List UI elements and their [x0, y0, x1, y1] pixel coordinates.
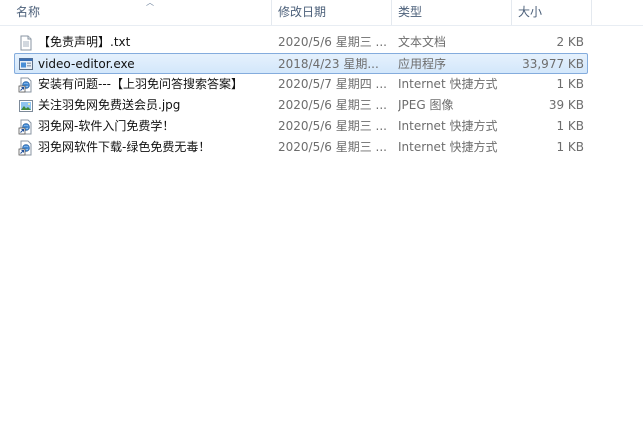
column-header-type-label: 类型 [398, 5, 423, 19]
file-name: 羽免网软件下载-绿色免费无毒！ [38, 140, 211, 154]
file-row[interactable]: 羽免网软件下载-绿色免费无毒！ 2020/5/6 星期三 ... Interne… [0, 137, 643, 158]
file-type: Internet 快捷方式 [398, 77, 498, 91]
file-size: 1 KB [556, 77, 584, 91]
file-size: 1 KB [556, 119, 584, 133]
file-row[interactable]: 【免责声明】.txt 2020/5/6 星期三 ... 文本文档 2 KB [0, 32, 643, 53]
column-header-date-label: 修改日期 [278, 5, 327, 19]
file-type: 文本文档 [398, 35, 447, 49]
file-rows: 【免责声明】.txt 2020/5/6 星期三 ... 文本文档 2 KB vi… [0, 32, 643, 158]
file-name: 【免责声明】.txt [38, 35, 131, 49]
file-row[interactable]: 安装有问题---【上羽免问答搜索答案】 2020/5/7 星期四 ... Int… [0, 74, 643, 95]
file-list-pane: 名称 ︿ 修改日期 类型 大小 【免责声明】.txt 2020/5/6 星期三 … [0, 0, 643, 438]
file-type: JPEG 图像 [398, 98, 454, 112]
file-size: 39 KB [548, 98, 584, 112]
file-row[interactable]: 关注羽免网免费送会员.jpg 2020/5/6 星期三 ... JPEG 图像 … [0, 95, 643, 116]
file-type: Internet 快捷方式 [398, 140, 498, 154]
file-date: 2020/5/6 星期三 ... [278, 35, 387, 49]
file-type: Internet 快捷方式 [398, 119, 498, 133]
internet-shortcut-icon [18, 119, 34, 135]
file-size: 33,977 KB [522, 57, 584, 71]
column-header-size-label: 大小 [518, 5, 543, 19]
internet-shortcut-icon [18, 140, 34, 156]
file-date: 2018/4/23 星期... [278, 57, 379, 71]
file-date: 2020/5/6 星期三 ... [278, 98, 387, 112]
column-header-name-label: 名称 [16, 5, 41, 19]
file-row[interactable]: 羽免网-软件入门免费学！ 2020/5/6 星期三 ... Internet 快… [0, 116, 643, 137]
file-name: 安装有问题---【上羽免问答搜索答案】 [38, 77, 243, 91]
file-date: 2020/5/7 星期四 ... [278, 77, 387, 91]
file-name: video-editor.exe [38, 57, 135, 71]
image-file-icon [18, 98, 34, 114]
text-file-icon [18, 35, 34, 51]
file-date: 2020/5/6 星期三 ... [278, 119, 387, 133]
file-name: 羽免网-软件入门免费学！ [38, 119, 175, 133]
sort-ascending-icon: ︿ [146, 0, 154, 7]
internet-shortcut-icon [18, 77, 34, 93]
column-header-name[interactable]: 名称 ︿ [10, 0, 272, 25]
file-name: 关注羽免网免费送会员.jpg [38, 98, 181, 112]
file-size: 2 KB [556, 35, 584, 49]
file-date: 2020/5/6 星期三 ... [278, 140, 387, 154]
column-header-date[interactable]: 修改日期 [272, 0, 392, 25]
file-row-selected[interactable]: video-editor.exe 2018/4/23 星期... 应用程序 33… [14, 53, 588, 74]
column-header-size[interactable]: 大小 [512, 0, 592, 25]
file-type: 应用程序 [398, 57, 447, 71]
file-size: 1 KB [556, 140, 584, 154]
exe-file-icon [18, 56, 34, 72]
column-header-type[interactable]: 类型 [392, 0, 512, 25]
column-header-bar: 名称 ︿ 修改日期 类型 大小 [0, 0, 643, 26]
